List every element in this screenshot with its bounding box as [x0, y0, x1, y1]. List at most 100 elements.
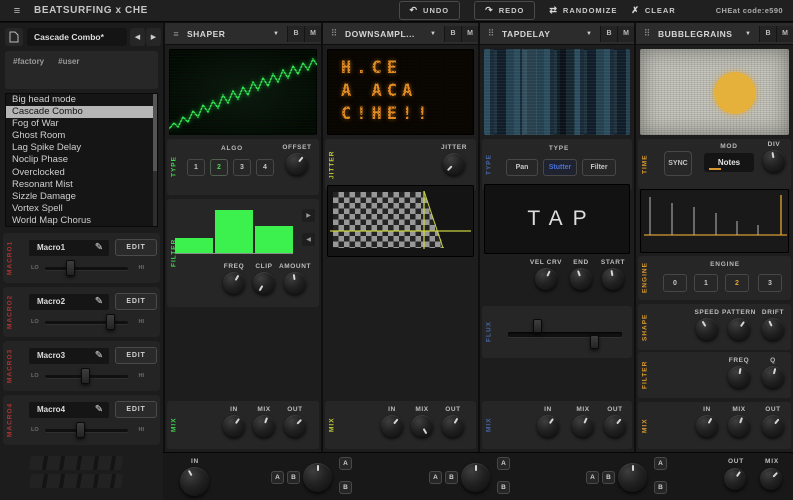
- xfade3-a-route-button[interactable]: A: [654, 457, 667, 470]
- xfade2-knob[interactable]: [461, 463, 490, 492]
- macro4-edit-button[interactable]: EDIT: [115, 401, 157, 418]
- tag-factory[interactable]: #factory: [13, 57, 44, 83]
- jitter-knob[interactable]: [443, 153, 465, 175]
- xfade1-knob[interactable]: [303, 463, 332, 492]
- xfade2-a-button[interactable]: A: [429, 471, 442, 484]
- velcrv-knob[interactable]: [535, 268, 557, 290]
- drag-handle-icon[interactable]: ≡: [165, 29, 187, 39]
- master-mix-knob[interactable]: [760, 468, 782, 490]
- output-knob[interactable]: [724, 468, 746, 490]
- div-knob[interactable]: [763, 150, 785, 172]
- preset-item[interactable]: Sizzle Damage: [6, 191, 157, 203]
- menu-icon[interactable]: ≡: [0, 5, 34, 17]
- bubblegrains-bypass-button[interactable]: B: [759, 26, 776, 42]
- randomize-button[interactable]: ⇄ RANDOMIZE: [549, 5, 617, 16]
- xfade3-a-button[interactable]: A: [586, 471, 599, 484]
- macro-slider-handle[interactable]: [106, 314, 115, 330]
- sync-button[interactable]: SYNC: [664, 151, 692, 176]
- algo-button-1[interactable]: 1: [187, 159, 205, 176]
- filter-bar-display[interactable]: [175, 204, 293, 254]
- macro2-slider[interactable]: [45, 321, 128, 324]
- clip-knob[interactable]: [253, 272, 275, 294]
- xfade1-a-button[interactable]: A: [271, 471, 284, 484]
- drift-knob[interactable]: [762, 318, 784, 340]
- chevron-down-icon[interactable]: ▼: [265, 31, 287, 37]
- mod-notes-dropdown[interactable]: Notes: [704, 153, 754, 172]
- amount-knob[interactable]: [284, 272, 306, 294]
- drag-handle-icon[interactable]: ⠿: [636, 28, 658, 39]
- flux-range-slider[interactable]: [508, 332, 622, 337]
- algo-button-4[interactable]: 4: [256, 159, 274, 176]
- scrollbar-thumb[interactable]: [153, 94, 157, 171]
- start-knob[interactable]: [602, 268, 624, 290]
- new-preset-button[interactable]: [5, 28, 23, 46]
- xfade3-b-route-button[interactable]: B: [654, 481, 667, 494]
- freq-knob[interactable]: [728, 366, 750, 388]
- preset-item[interactable]: Noclip Phase: [6, 154, 157, 166]
- mix-knob[interactable]: [411, 415, 433, 437]
- edit-name-icon[interactable]: ✎: [91, 402, 107, 418]
- next-preset-button[interactable]: ▶: [146, 28, 161, 46]
- in-knob[interactable]: [537, 415, 559, 437]
- filter-bar[interactable]: [255, 226, 293, 253]
- preset-name-field[interactable]: Cascade Combo*: [27, 28, 127, 46]
- xfade1-b-button[interactable]: B: [287, 471, 300, 484]
- prev-preset-button[interactable]: ◀: [130, 28, 145, 46]
- bar-next-button[interactable]: ▶: [302, 209, 315, 222]
- preset-item[interactable]: Fog of War: [6, 118, 157, 130]
- xfade3-knob[interactable]: [618, 463, 647, 492]
- xfade1-a-route-button[interactable]: A: [339, 457, 352, 470]
- in-knob[interactable]: [696, 415, 718, 437]
- drag-handle-icon[interactable]: ⠿: [323, 28, 345, 39]
- q-knob[interactable]: [762, 366, 784, 388]
- preset-item[interactable]: Overclocked: [6, 167, 157, 179]
- type-button-stutter[interactable]: Stutter: [543, 159, 577, 176]
- algo-button-2[interactable]: 2: [210, 159, 228, 176]
- xfade2-a-route-button[interactable]: A: [497, 457, 510, 470]
- macro1-edit-button[interactable]: EDIT: [115, 239, 157, 256]
- flux-handle-b[interactable]: [590, 335, 599, 349]
- chevron-down-icon[interactable]: ▼: [578, 31, 600, 37]
- xfade2-b-button[interactable]: B: [445, 471, 458, 484]
- engine-button-3[interactable]: 3: [758, 274, 782, 292]
- downsample-mute-button[interactable]: M: [461, 26, 478, 42]
- edit-name-icon[interactable]: ✎: [91, 240, 107, 256]
- algo-button-3[interactable]: 3: [233, 159, 251, 176]
- pattern-knob[interactable]: [728, 318, 750, 340]
- offset-knob[interactable]: [286, 153, 308, 175]
- preset-scrollbar[interactable]: [153, 94, 157, 226]
- shaper-bypass-button[interactable]: B: [287, 26, 304, 42]
- preset-item[interactable]: Cascade Combo: [6, 106, 157, 118]
- downsample-envelope-display[interactable]: [327, 185, 474, 257]
- preset-item[interactable]: Big head mode: [6, 94, 157, 106]
- preset-item[interactable]: World Map Chorus: [6, 215, 157, 227]
- mix-knob[interactable]: [728, 415, 750, 437]
- chevron-down-icon[interactable]: ▼: [422, 31, 444, 37]
- preset-item[interactable]: Resonant Mist: [6, 179, 157, 191]
- downsample-bypass-button[interactable]: B: [444, 26, 461, 42]
- tap-pad[interactable]: TAP: [484, 184, 630, 254]
- type-button-filter[interactable]: Filter: [582, 159, 616, 176]
- flux-handle-a[interactable]: [533, 319, 542, 333]
- chevron-down-icon[interactable]: ▼: [737, 31, 759, 37]
- macro4-slider[interactable]: [45, 429, 128, 432]
- macro1-slider[interactable]: [45, 267, 128, 270]
- mix-knob[interactable]: [572, 415, 594, 437]
- preset-item[interactable]: Lag Spike Delay: [6, 142, 157, 154]
- tapdelay-mute-button[interactable]: M: [617, 26, 634, 42]
- xfade3-b-button[interactable]: B: [602, 471, 615, 484]
- engine-button-2[interactable]: 2: [725, 274, 749, 292]
- out-knob[interactable]: [604, 415, 626, 437]
- engine-button-0[interactable]: 0: [663, 274, 687, 292]
- tag-user[interactable]: #user: [58, 57, 79, 83]
- preset-item[interactable]: Ghost Room: [6, 130, 157, 142]
- out-knob[interactable]: [442, 415, 464, 437]
- filter-bar[interactable]: [175, 238, 213, 253]
- edit-name-icon[interactable]: ✎: [91, 348, 107, 364]
- xfade2-b-route-button[interactable]: B: [497, 481, 510, 494]
- macro-slider-handle[interactable]: [81, 368, 90, 384]
- clear-button[interactable]: ✗ CLEAR: [631, 5, 675, 16]
- out-knob[interactable]: [762, 415, 784, 437]
- drag-handle-icon[interactable]: ⠿: [480, 28, 502, 39]
- mix-knob[interactable]: [253, 415, 275, 437]
